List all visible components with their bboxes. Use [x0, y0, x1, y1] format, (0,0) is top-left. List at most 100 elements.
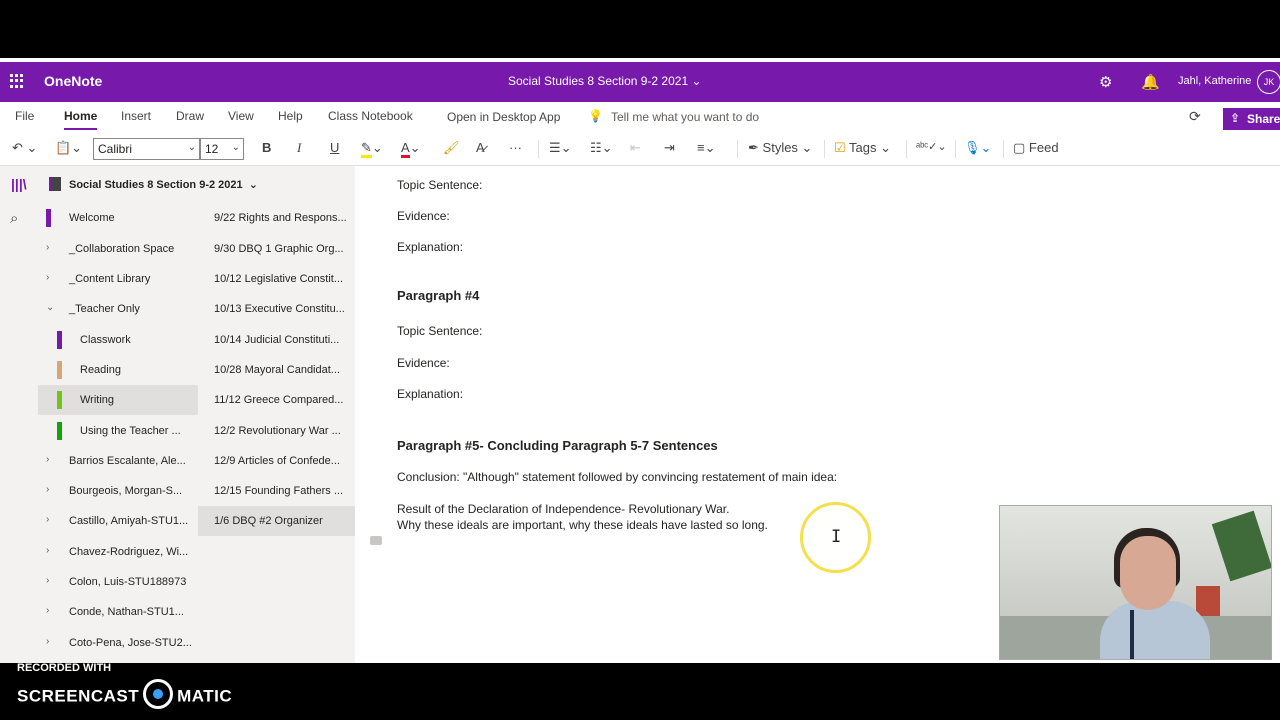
font-family-select[interactable]: Calibri ⌄: [93, 138, 200, 160]
section-group-item[interactable]: ⌄ _Teacher Only: [38, 294, 198, 324]
tab-view[interactable]: View: [228, 109, 254, 123]
section-group-item[interactable]: › Coto-Pena, Jose-STU2...: [38, 628, 198, 658]
tab-home[interactable]: Home: [64, 109, 97, 123]
chevron-right-icon[interactable]: ›: [46, 605, 49, 616]
section-group-item[interactable]: › Chavez-Rodriguez, Wi...: [38, 537, 198, 567]
page-item-selected[interactable]: 1/6 DBQ #2 Organizer: [198, 506, 355, 536]
avatar[interactable]: JK: [1257, 70, 1280, 94]
feed-icon: ▢: [1013, 140, 1026, 155]
tab-draw[interactable]: Draw: [176, 109, 204, 123]
bold-icon[interactable]: B: [262, 140, 271, 155]
chevron-right-icon[interactable]: ›: [46, 484, 49, 495]
page-item[interactable]: 11/12 Greece Compared...: [198, 385, 355, 415]
highlight-icon[interactable]: ✎⌄: [361, 140, 383, 158]
section-group-item[interactable]: › Castillo, Amiyah-STU1...: [38, 506, 198, 536]
note-line[interactable]: Topic Sentence:: [397, 324, 482, 338]
section-group-item[interactable]: › Conde, Nathan-STU1...: [38, 597, 198, 627]
tell-me-search[interactable]: Tell me what you want to do: [611, 110, 759, 124]
section-item-selected[interactable]: Writing: [38, 385, 198, 415]
feed-button[interactable]: ▢ Feed: [1013, 140, 1059, 156]
tab-insert[interactable]: Insert: [121, 109, 151, 123]
undo-icon[interactable]: ↶ ⌄: [12, 140, 37, 156]
clipboard-icon[interactable]: 📋⌄: [55, 140, 82, 156]
more-options-icon[interactable]: ···: [509, 140, 522, 155]
logo-text-left: SCREENCAST: [17, 686, 140, 706]
align-icon[interactable]: ≡⌄: [697, 140, 715, 156]
notebook-name-text: Social Studies 8 Section 9-2 2021: [69, 179, 243, 191]
section-item[interactable]: Welcome: [38, 203, 198, 233]
page-item[interactable]: 10/28 Mayoral Candidat...: [198, 355, 355, 385]
app-name[interactable]: OneNote: [44, 73, 102, 89]
note-line[interactable]: Evidence:: [397, 356, 450, 370]
tag-checkbox-icon: ☑: [834, 140, 846, 155]
spelling-icon[interactable]: ᵃᵇᶜ✓⌄: [916, 140, 947, 153]
chevron-right-icon[interactable]: ›: [46, 272, 49, 283]
clear-formatting-icon[interactable]: A̷: [476, 140, 485, 155]
format-painter-icon[interactable]: 🖌: [443, 140, 460, 156]
font-color-icon[interactable]: A⌄: [401, 140, 421, 158]
note-line[interactable]: Explanation:: [397, 240, 463, 254]
section-item[interactable]: Reading: [38, 355, 198, 385]
page-item[interactable]: 12/15 Founding Fathers ...: [198, 476, 355, 506]
underline-icon[interactable]: U: [330, 140, 339, 155]
tags-button[interactable]: ☑ Tags ⌄: [834, 140, 891, 156]
open-in-desktop-app-button[interactable]: Open in Desktop App: [447, 110, 560, 124]
chevron-right-icon[interactable]: ›: [46, 575, 49, 586]
section-color-tab: [57, 361, 62, 379]
note-heading[interactable]: Paragraph #4: [397, 288, 479, 303]
section-group-item[interactable]: › Colon, Luis-STU188973: [38, 567, 198, 597]
increase-indent-icon[interactable]: ⇥: [664, 140, 675, 156]
section-item[interactable]: Using the Teacher ...: [38, 416, 198, 446]
chevron-right-icon[interactable]: ›: [46, 242, 49, 253]
sync-icon[interactable]: ⟳: [1189, 108, 1201, 125]
notebook-title-dropdown[interactable]: Social Studies 8 Section 9-2 2021 ⌄: [508, 74, 702, 88]
decrease-indent-icon[interactable]: ⇤: [630, 140, 641, 156]
dictate-microphone-icon[interactable]: 🎙⌄: [964, 140, 991, 156]
feed-label: Feed: [1028, 140, 1059, 155]
ribbon-tabs: File Home Insert Draw View Help Class No…: [0, 102, 1280, 132]
chevron-right-icon[interactable]: ›: [46, 545, 49, 556]
note-line[interactable]: Result of the Declaration of Independenc…: [397, 502, 729, 516]
share-button[interactable]: ⇪ Share: [1223, 108, 1280, 130]
bullets-icon[interactable]: ☰⌄: [549, 140, 572, 156]
tab-class-notebook[interactable]: Class Notebook: [328, 109, 413, 123]
tab-help[interactable]: Help: [278, 109, 303, 123]
chevron-right-icon[interactable]: ›: [46, 514, 49, 525]
notebooks-library-icon[interactable]: |||\: [11, 176, 27, 192]
page-item[interactable]: 12/9 Articles of Confede...: [198, 446, 355, 476]
section-label: _Collaboration Space: [69, 243, 175, 255]
note-line[interactable]: Explanation:: [397, 387, 463, 401]
page-item[interactable]: 10/12 Legislative Constit...: [198, 264, 355, 294]
chevron-down-icon[interactable]: ⌄: [46, 302, 54, 313]
section-group-item[interactable]: › _Content Library: [38, 264, 198, 294]
section-group-item[interactable]: › Barrios Escalante, Ale...: [38, 446, 198, 476]
note-line[interactable]: Why these ideals are important, why thes…: [397, 518, 768, 532]
section-color-tab: [57, 331, 62, 349]
search-icon[interactable]: ⌕: [10, 210, 18, 227]
page-item[interactable]: 12/2 Revolutionary War ...: [198, 416, 355, 446]
section-group-item[interactable]: › _Collaboration Space: [38, 234, 198, 264]
chevron-right-icon[interactable]: ›: [46, 636, 49, 647]
page-item[interactable]: 10/13 Executive Constitu...: [198, 294, 355, 324]
italic-icon[interactable]: I: [297, 140, 301, 156]
notifications-bell-icon[interactable]: 🔔: [1141, 73, 1160, 91]
page-item[interactable]: 9/30 DBQ 1 Graphic Org...: [198, 234, 355, 264]
chevron-right-icon[interactable]: ›: [46, 454, 49, 465]
tab-file[interactable]: File: [15, 109, 34, 123]
font-size-select[interactable]: 12 ⌄: [200, 138, 244, 160]
note-line[interactable]: Topic Sentence:: [397, 178, 482, 192]
note-heading[interactable]: Paragraph #5- Concluding Paragraph 5-7 S…: [397, 438, 718, 453]
app-launcher-icon[interactable]: [10, 74, 24, 88]
note-line[interactable]: Evidence:: [397, 209, 450, 223]
page-item[interactable]: 10/14 Judicial Constituti...: [198, 325, 355, 355]
numbering-icon[interactable]: ☷⌄: [590, 140, 613, 156]
user-name[interactable]: Jahl, Katherine: [1178, 75, 1251, 87]
section-group-item[interactable]: › Bourgeois, Morgan-S...: [38, 476, 198, 506]
settings-gear-icon[interactable]: ⚙: [1099, 73, 1112, 91]
styles-button[interactable]: ✒ Styles ⌄: [748, 140, 812, 156]
notebook-header[interactable]: Social Studies 8 Section 9-2 2021 ⌄: [38, 166, 355, 202]
section-item[interactable]: Classwork: [38, 325, 198, 355]
paragraph-drag-handle[interactable]: [370, 536, 382, 545]
page-item[interactable]: 9/22 Rights and Respons...: [198, 203, 355, 233]
note-line[interactable]: Conclusion: "Although" statement followe…: [397, 470, 837, 484]
